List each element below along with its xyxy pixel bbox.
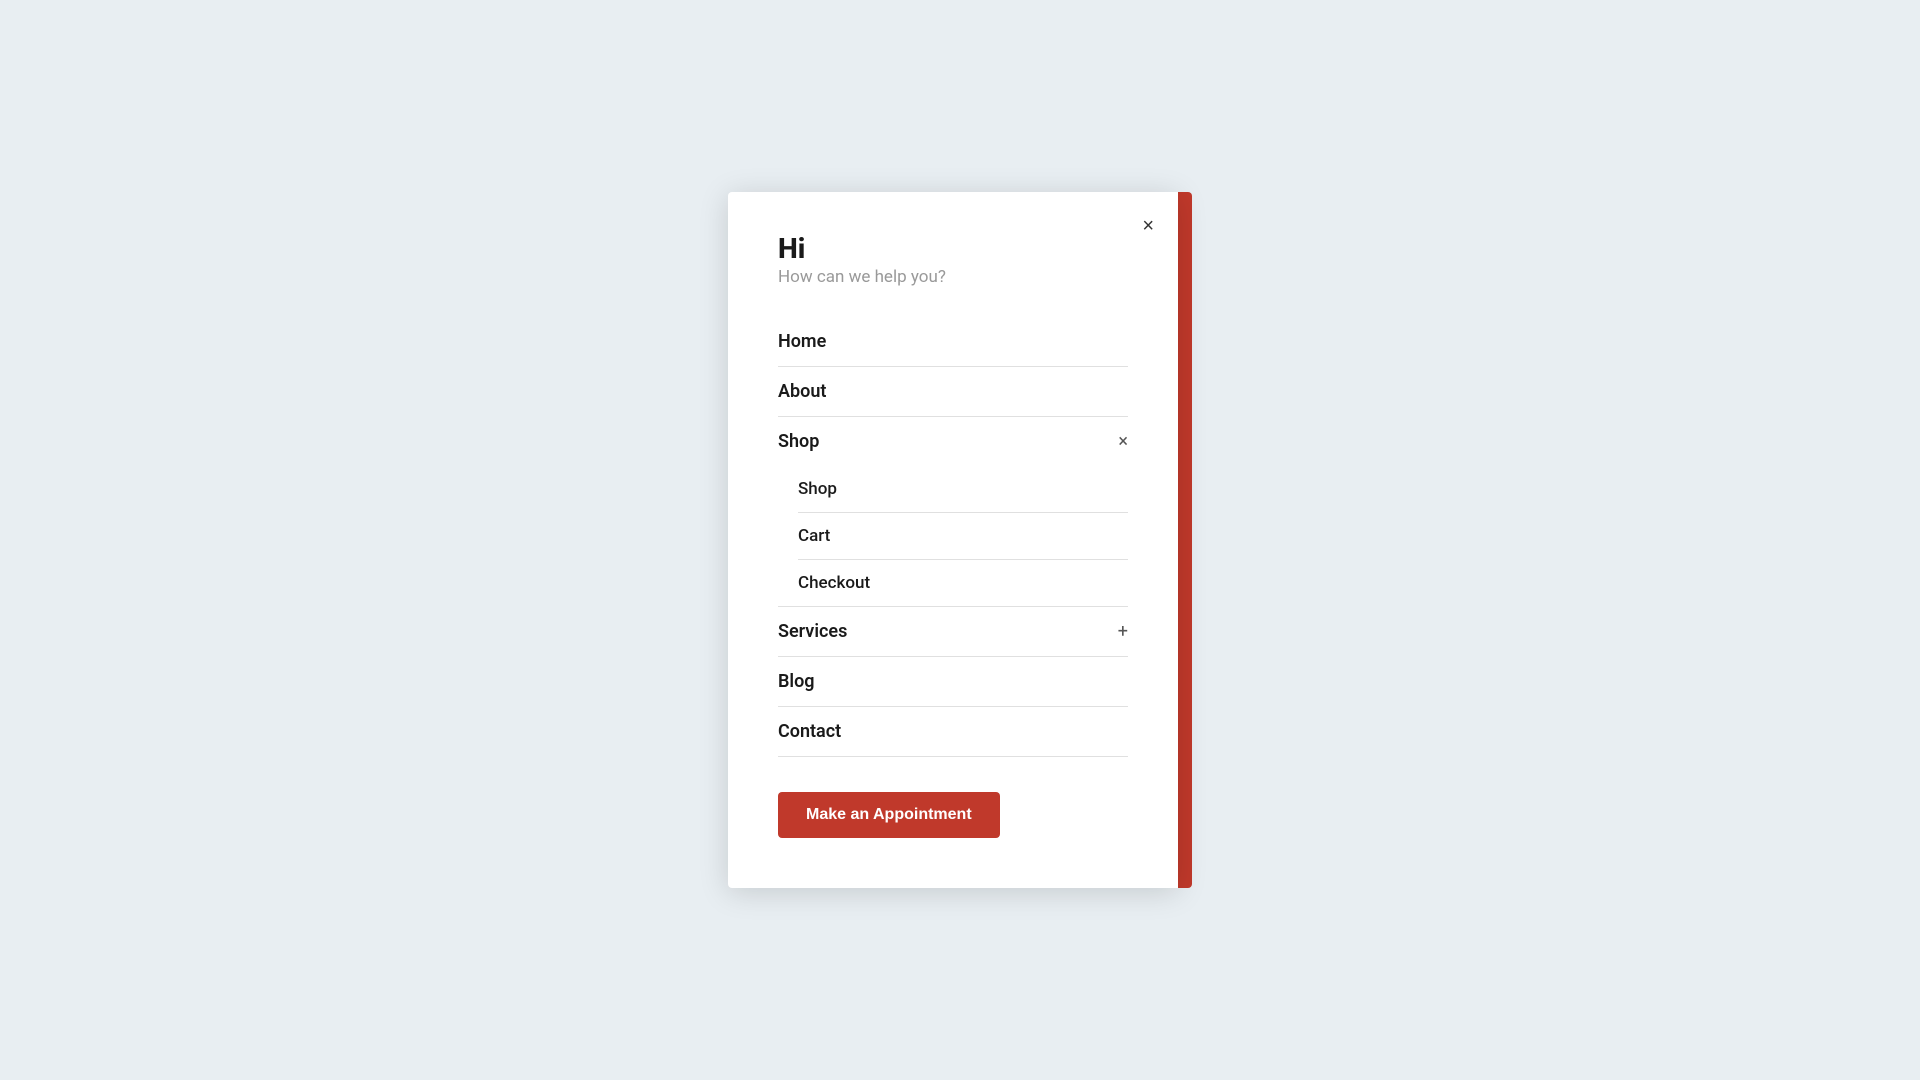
red-accent-bar bbox=[1178, 192, 1192, 889]
greeting-subtitle: How can we help you? bbox=[778, 267, 1128, 287]
nav-list: Home About Shop × Shop bbox=[778, 317, 1128, 757]
nav-link-home[interactable]: Home bbox=[778, 317, 1128, 366]
nav-item-shop: Shop × Shop Cart bbox=[778, 417, 1128, 607]
nav-label-contact: Contact bbox=[778, 721, 841, 742]
submenu-item-cart: Cart bbox=[798, 513, 1128, 560]
nav-label-shop: Shop bbox=[778, 431, 819, 452]
nav-link-blog[interactable]: Blog bbox=[778, 657, 1128, 706]
submenu-item-checkout: Checkout bbox=[798, 560, 1128, 606]
submenu-label-checkout: Checkout bbox=[798, 573, 870, 593]
modal: × Hi How can we help you? Home About bbox=[728, 192, 1178, 889]
modal-wrapper: × Hi How can we help you? Home About bbox=[728, 192, 1192, 889]
submenu-label-shop: Shop bbox=[798, 479, 837, 499]
submenu-link-cart[interactable]: Cart bbox=[798, 513, 1128, 559]
submenu-link-checkout[interactable]: Checkout bbox=[798, 560, 1128, 606]
nav-item-services: Services + bbox=[778, 607, 1128, 657]
nav-link-about[interactable]: About bbox=[778, 367, 1128, 416]
nav-label-blog: Blog bbox=[778, 671, 815, 692]
shop-toggle-icon: × bbox=[1118, 433, 1128, 451]
submenu-link-shop[interactable]: Shop bbox=[798, 466, 1128, 512]
nav-link-services[interactable]: Services + bbox=[778, 607, 1128, 656]
greeting-hi: Hi bbox=[778, 232, 1128, 266]
close-button[interactable]: × bbox=[1138, 212, 1158, 240]
nav-item-blog: Blog bbox=[778, 657, 1128, 707]
nav-label-home: Home bbox=[778, 331, 826, 352]
nav-link-shop[interactable]: Shop × bbox=[778, 417, 1128, 466]
nav-label-about: About bbox=[778, 381, 826, 402]
submenu-label-cart: Cart bbox=[798, 526, 830, 546]
nav-item-home: Home bbox=[778, 317, 1128, 367]
nav-item-about: About bbox=[778, 367, 1128, 417]
greeting: Hi How can we help you? bbox=[778, 232, 1128, 288]
services-toggle-icon: + bbox=[1118, 623, 1128, 641]
shop-submenu: Shop Cart Checkout bbox=[778, 466, 1128, 606]
appointment-button[interactable]: Make an Appointment bbox=[778, 792, 1000, 838]
submenu-item-shop: Shop bbox=[798, 466, 1128, 513]
nav-item-contact: Contact bbox=[778, 707, 1128, 757]
nav-link-contact[interactable]: Contact bbox=[778, 707, 1128, 756]
nav-label-services: Services bbox=[778, 621, 847, 642]
